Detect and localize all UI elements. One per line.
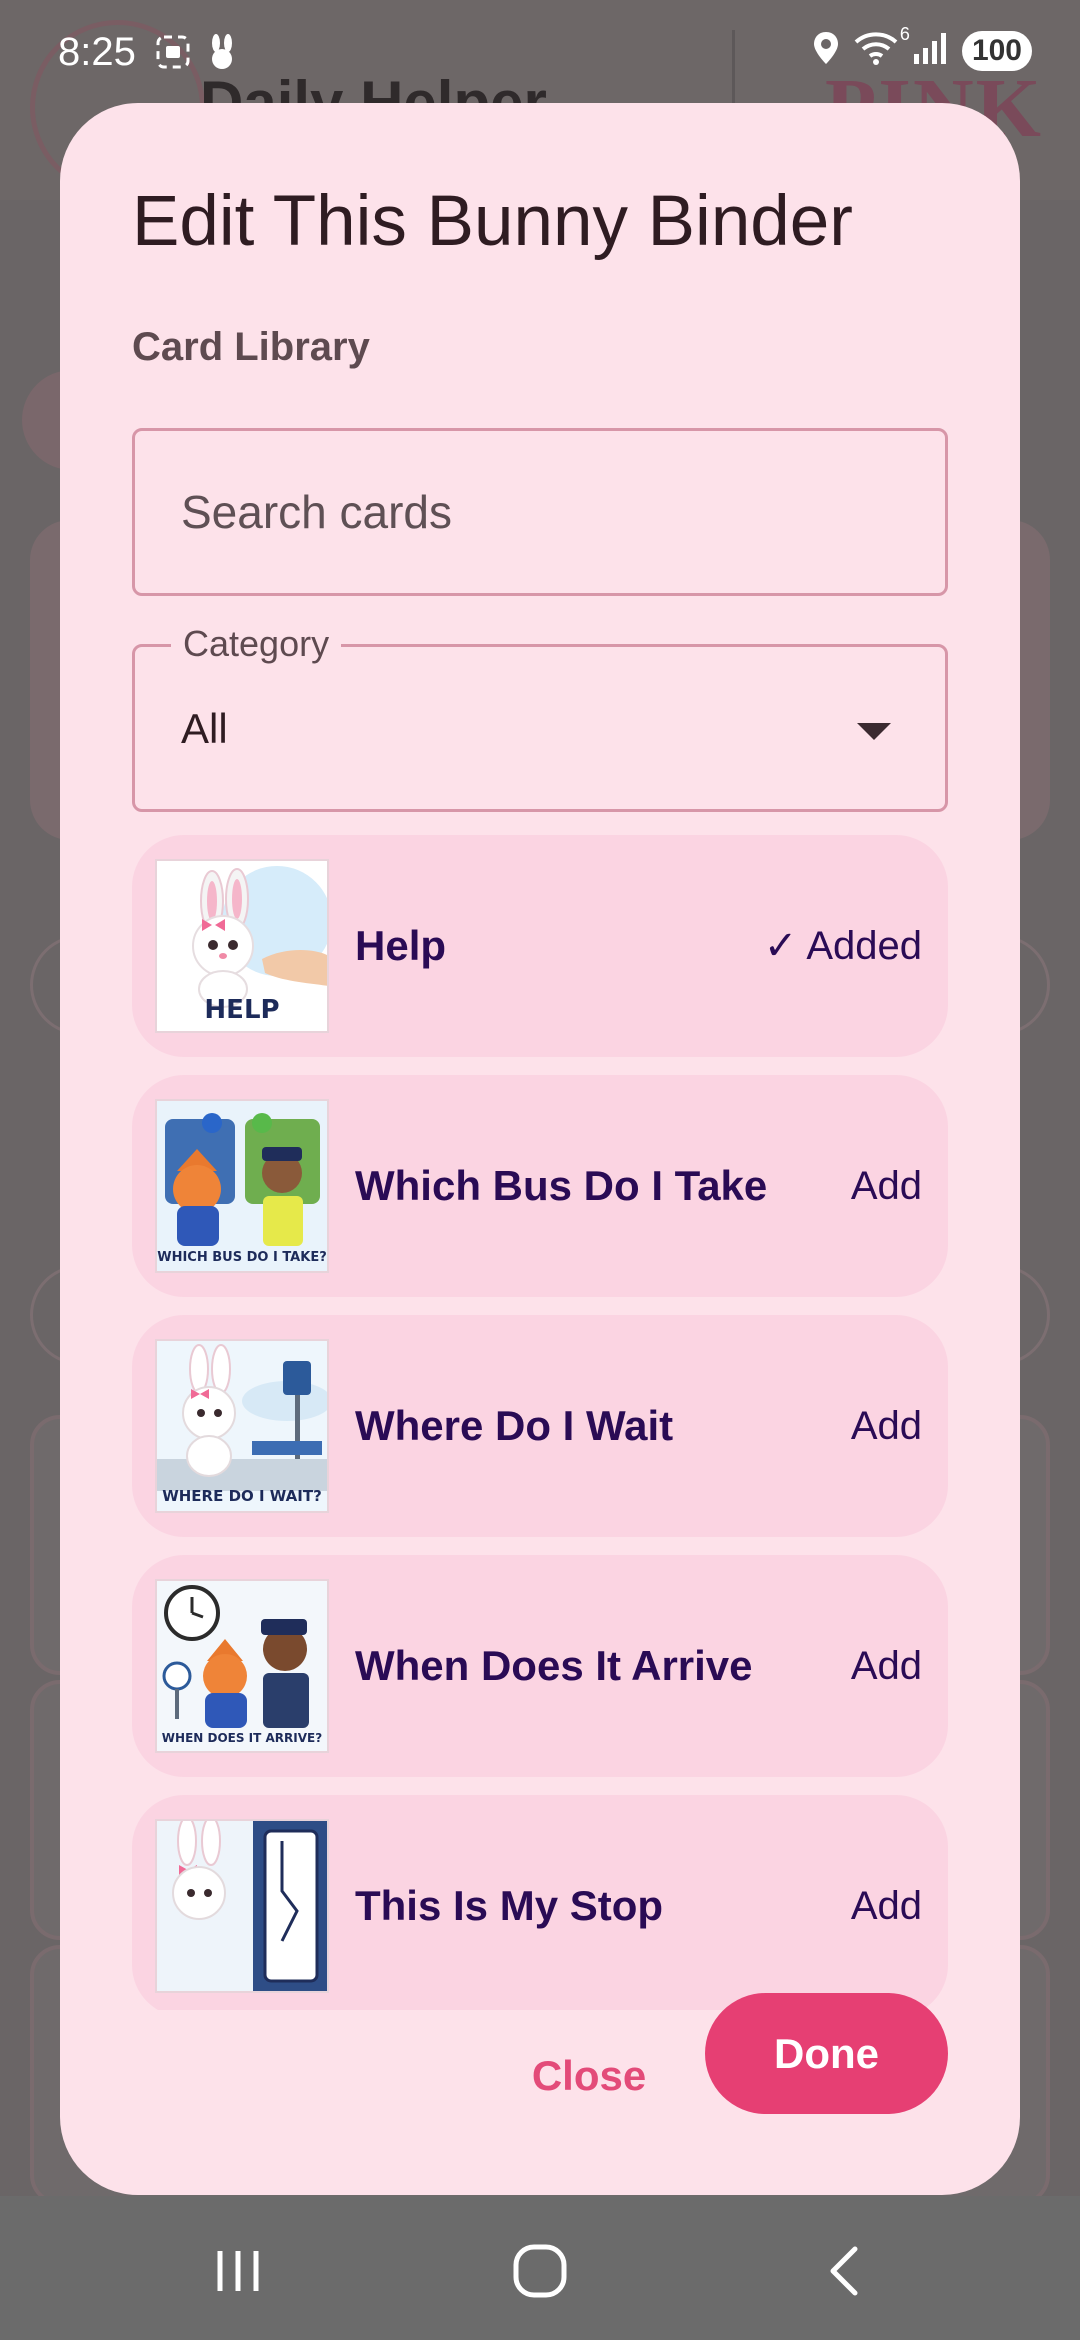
card-item-my-stop[interactable]: This Is My Stop Add (132, 1795, 948, 2010)
add-button[interactable]: Add (851, 1644, 922, 1689)
category-value: All (181, 705, 228, 752)
screenshot-icon (155, 34, 191, 75)
fox-clock-illustration (157, 1581, 327, 1751)
card-thumbnail (155, 1819, 329, 1993)
category-label: Category (171, 623, 342, 665)
status-right-icons: 6 100 (812, 24, 1032, 71)
edit-binder-dialog: Edit This Bunny Binder Card Library Cate… (60, 103, 1020, 2195)
add-button[interactable]: Add (851, 1164, 922, 1209)
signal-icon (912, 30, 948, 71)
add-button[interactable]: Add (851, 1404, 922, 1449)
card-item-when-arrive[interactable]: WHEN DOES IT ARRIVE? When Does It Arrive… (132, 1555, 948, 1777)
card-item-which-bus[interactable]: WHICH BUS DO I TAKE? Which Bus Do I Take… (132, 1075, 948, 1297)
wifi-icon: 6 (854, 24, 910, 71)
category-select[interactable]: Category All (132, 623, 948, 812)
thumb-caption: WHERE DO I WAIT? (162, 1487, 322, 1505)
card-name: This Is My Stop (355, 1882, 664, 1929)
recents-icon[interactable] (193, 2231, 283, 2311)
fox-bus-illustration (157, 1101, 327, 1271)
status-time: 8:25 (58, 30, 136, 74)
search-input[interactable] (135, 431, 945, 593)
dialog-title: Edit This Bunny Binder (132, 182, 853, 261)
card-thumbnail: WHEN DOES IT ARRIVE? (155, 1579, 329, 1753)
bunny-app-icon (205, 34, 239, 75)
close-button[interactable]: Close (504, 2026, 674, 2126)
card-name: Help (355, 922, 447, 969)
search-field (132, 428, 948, 596)
card-name: Which Bus Do I Take (355, 1162, 768, 1209)
home-icon[interactable] (495, 2231, 585, 2311)
card-list[interactable]: HELP Help ✓ Added WHICH BUS DO I TAKE? W… (132, 835, 948, 2010)
status-left-icons (155, 34, 239, 75)
wifi-badge: 6 (899, 24, 910, 44)
card-name: Where Do I Wait (355, 1402, 674, 1449)
navigation-bar (0, 2196, 1080, 2340)
dropdown-arrow-icon (857, 723, 891, 740)
battery-icon: 100 (961, 30, 1032, 71)
card-item-where-wait[interactable]: WHERE DO I WAIT? Where Do I Wait Add (132, 1315, 948, 1537)
card-thumbnail: WHICH BUS DO I TAKE? (155, 1099, 329, 1273)
card-thumbnail: WHERE DO I WAIT? (155, 1339, 329, 1513)
thumb-caption: WHICH BUS DO I TAKE? (157, 1250, 327, 1265)
card-library-label: Card Library (132, 325, 370, 369)
add-button[interactable]: Add (851, 1884, 922, 1929)
done-button[interactable]: Done (705, 1993, 948, 2114)
added-indicator[interactable]: ✓ Added (764, 923, 922, 969)
location-icon (812, 30, 840, 71)
thumb-caption: WHEN DOES IT ARRIVE? (161, 1731, 323, 1745)
bunny-bus-door-illustration (157, 1821, 327, 1991)
back-icon[interactable] (800, 2231, 890, 2311)
thumb-caption: HELP (204, 995, 280, 1025)
card-name: When Does It Arrive (355, 1642, 753, 1689)
status-bar: 8:25 6 100 (0, 0, 1080, 110)
card-item-help[interactable]: HELP Help ✓ Added (132, 835, 948, 1057)
card-thumbnail: HELP (155, 859, 329, 1033)
